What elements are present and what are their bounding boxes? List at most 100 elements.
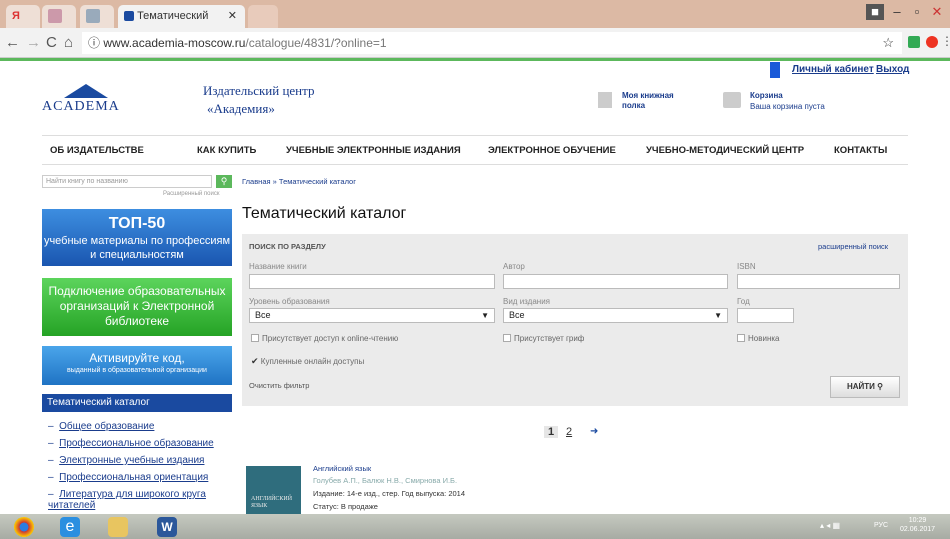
tab-close-icon[interactable]: ✕ <box>228 5 237 28</box>
tab-favicon-icon <box>48 9 62 24</box>
cart-status-link[interactable]: Ваша корзина пуста <box>750 102 825 111</box>
find-button[interactable]: НАЙТИ ⚲ <box>830 376 900 398</box>
cart-icon <box>723 92 741 108</box>
search-icon: ⚲ <box>877 382 884 391</box>
book-title-link[interactable]: Английский язык <box>313 464 371 473</box>
close-window-icon[interactable]: ✕ <box>928 4 946 20</box>
advanced-filter-link[interactable]: расширенный поиск <box>818 242 888 251</box>
page-1[interactable]: 1 <box>544 426 559 438</box>
book-authors-link[interactable]: Голубев А.П., Балюк Н.В., Смирнова И.Б. <box>313 476 457 485</box>
menu-item-about[interactable]: ОБ ИЗДАТЕЛЬСТВЕ <box>50 145 144 156</box>
checkmark-icon: ✔ <box>251 356 259 366</box>
page-2[interactable]: 2 <box>566 426 572 438</box>
windows-taskbar <box>0 514 950 539</box>
year-label: Год <box>737 297 750 306</box>
catalog-heading[interactable]: Тематический каталог <box>42 394 232 412</box>
ie-taskbar-icon[interactable]: e <box>60 517 80 537</box>
level-select[interactable]: Все ▼ <box>249 308 495 323</box>
tab-pinned[interactable] <box>42 5 76 28</box>
bookshelf-icon <box>598 92 612 108</box>
clock[interactable]: 10:29 02.06.2017 <box>900 516 935 534</box>
book-name-label: Название книги <box>249 262 307 271</box>
url-host: www.academia-moscow.ru <box>103 36 246 50</box>
reload-icon[interactable]: C <box>46 34 57 51</box>
filter-heading: ПОИСК ПО РАЗДЕЛУ <box>249 242 326 251</box>
menu-item-method-center[interactable]: УЧЕБНО-МЕТОДИЧЕСКИЙ ЦЕНТР <box>646 145 804 156</box>
menu-dots-icon[interactable]: ⋮ <box>941 34 950 48</box>
word-taskbar-icon[interactable]: W <box>157 517 177 537</box>
catalog-item[interactable]: – Профессиональная ориентация <box>48 472 208 483</box>
menu-item-how-to-buy[interactable]: КАК КУПИТЬ <box>197 145 256 156</box>
new-checkbox[interactable]: Новинка <box>737 334 780 343</box>
edition-type-select[interactable]: Все ▼ <box>503 308 728 323</box>
checkbox-icon <box>251 334 259 342</box>
logout-link[interactable]: Выход <box>876 64 909 75</box>
logo-text: ACADEMA <box>42 99 120 114</box>
dropdown-arrow-icon: ▼ <box>714 311 722 320</box>
tab-favicon-icon <box>86 9 100 24</box>
menu-item-e-editions[interactable]: УЧЕБНЫЕ ЭЛЕКТРОННЫЕ ИЗДАНИЯ <box>286 145 461 156</box>
stamp-checkbox[interactable]: Присутствует гриф <box>503 334 584 343</box>
explorer-taskbar-icon[interactable] <box>108 517 128 537</box>
search-icon[interactable]: ⚲ <box>216 175 232 188</box>
back-icon[interactable]: ← <box>5 34 20 51</box>
advanced-search-link[interactable]: Расширенный поиск <box>163 191 220 197</box>
catalog-item[interactable]: – Общее образование <box>48 421 154 432</box>
opera-icon[interactable] <box>926 36 938 48</box>
info-icon: ⓘ <box>88 36 101 50</box>
dropdown-arrow-icon: ▼ <box>481 311 489 320</box>
online-reading-checkbox[interactable]: Присутствует доступ к online-чтению <box>251 334 398 343</box>
bookmark-star-icon[interactable]: ☆ <box>882 32 894 54</box>
banner-title: Активируйте код, <box>89 351 185 365</box>
library-connect-banner[interactable]: Подключение образовательных организаций … <box>42 278 232 336</box>
tab-active[interactable]: Тематический каталог ✕ <box>118 5 245 45</box>
checkbox-icon <box>737 334 745 342</box>
catalog-item[interactable]: – Литература для широкого круга читателе… <box>48 489 228 511</box>
minimize-icon[interactable]: – <box>888 4 906 20</box>
find-button-label: НАЙТИ <box>846 382 875 391</box>
language-indicator[interactable]: РУС <box>874 522 888 529</box>
author-input[interactable] <box>503 274 728 289</box>
forward-icon[interactable]: → <box>26 34 41 51</box>
yandex-icon: Я <box>12 10 20 22</box>
home-icon[interactable]: ⌂ <box>64 34 73 51</box>
checkbox-icon <box>503 334 511 342</box>
new-tab-button[interactable] <box>248 5 278 28</box>
breadcrumb-home[interactable]: Главная <box>242 177 271 186</box>
menu-item-e-learning[interactable]: ЭЛЕКТРОННОЕ ОБУЧЕНИЕ <box>488 145 616 156</box>
tab-pinned-2[interactable] <box>80 5 114 28</box>
search-input[interactable]: Найти книгу по названию <box>42 175 212 188</box>
book-edition: Издание: 14-е изд., стер. Год выпуска: 2… <box>313 489 466 498</box>
isbn-label: ISBN <box>737 262 756 271</box>
clock-date: 02.06.2017 <box>900 526 936 533</box>
isbn-input[interactable] <box>737 274 900 289</box>
logo-subtitle-1: Издательский центр <box>203 83 315 98</box>
book-name-input[interactable] <box>249 274 495 289</box>
clear-filter-link[interactable]: Очистить фильтр <box>249 381 309 390</box>
top50-banner[interactable]: ТОП-50 учебные материалы по профессиям и… <box>42 209 232 266</box>
profile-icon[interactable]: ■ <box>866 4 884 20</box>
page-title: Тематический каталог <box>242 205 407 222</box>
next-page-icon[interactable]: ➜ <box>590 426 598 437</box>
extension-icon[interactable] <box>908 36 920 48</box>
edition-type-label: Вид издания <box>503 297 550 306</box>
bookshelf-link[interactable]: Моя книжная полка <box>622 91 682 111</box>
logo-subtitle-2: «Академия» <box>207 101 275 116</box>
book-cover-image[interactable]: АНГЛИЙСКИЙ ЯЗЫК <box>246 466 301 521</box>
address-bar[interactable]: ⓘ www.academia-moscow.ru/catalogue/4831/… <box>82 32 902 54</box>
tray-icons[interactable]: ▴ ◂ ▦ <box>820 521 840 530</box>
cart-link[interactable]: Корзина <box>750 91 783 100</box>
breadcrumb-current[interactable]: Тематический каталог <box>279 177 356 186</box>
maximize-icon[interactable]: ▫ <box>908 4 926 20</box>
activate-code-banner[interactable]: Активируйте код, выданный в образователь… <box>42 346 232 385</box>
year-input[interactable] <box>737 308 794 323</box>
catalog-item[interactable]: – Профессиональное образование <box>48 438 214 449</box>
tab-yandex[interactable]: Я <box>6 5 40 28</box>
catalog-item[interactable]: – Электронные учебные издания <box>48 455 204 466</box>
level-label: Уровень образования <box>249 297 330 306</box>
menu-item-contacts[interactable]: КОНТАКТЫ <box>834 145 887 156</box>
chrome-taskbar-icon[interactable] <box>14 517 34 537</box>
book-cover-text: АНГЛИЙСКИЙ ЯЗЫК <box>251 496 293 509</box>
purchased-checkbox[interactable]: ✔ Купленные онлайн доступы <box>251 356 364 367</box>
cabinet-link[interactable]: Личный кабинет <box>792 64 874 75</box>
